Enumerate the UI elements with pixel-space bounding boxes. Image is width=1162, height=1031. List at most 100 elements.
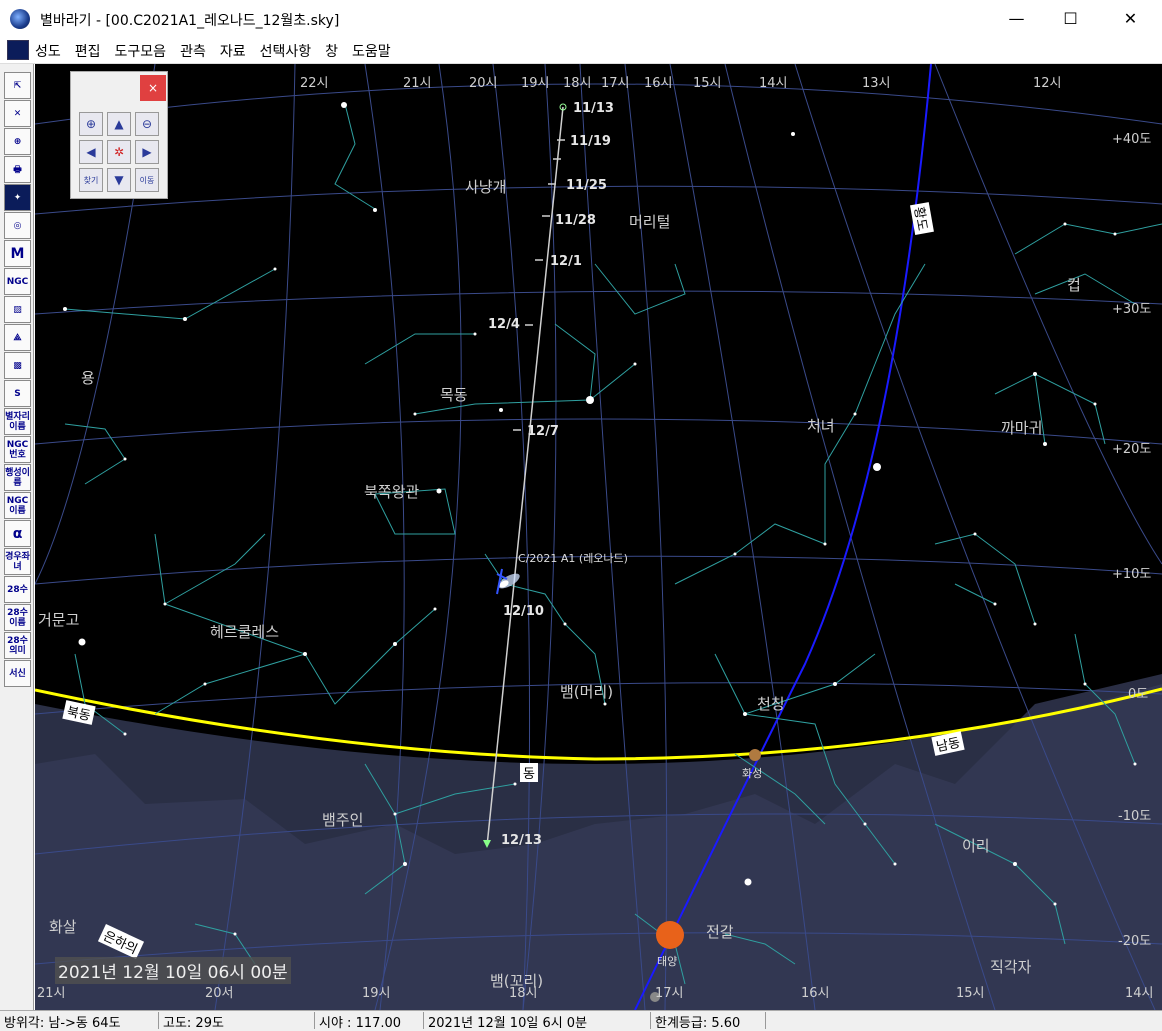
constellation-label: 까마귀	[1001, 419, 1043, 437]
document-icon[interactable]	[7, 40, 29, 60]
hour-label: 18시	[563, 76, 592, 91]
menu-help[interactable]: 도움말	[352, 41, 391, 61]
dec-label: -10도	[1118, 809, 1152, 824]
comet-leonard[interactable]	[496, 568, 522, 595]
dec-label: -20도	[1118, 934, 1152, 949]
select-tool-button[interactable]: ⇱	[4, 72, 31, 99]
dec-label: +30도	[1112, 302, 1152, 317]
status-empty	[765, 1012, 770, 1029]
app-globe-icon	[10, 9, 30, 29]
constellation-lines-button[interactable]: ⟁	[4, 324, 31, 351]
menu-window[interactable]: 창	[325, 41, 338, 61]
constellation-names-button[interactable]: 별자리이름	[4, 408, 31, 435]
constellation-label: 북쪽왕관	[364, 483, 420, 501]
hour-label: 17시	[655, 986, 684, 1001]
constellation-label: 용	[81, 369, 95, 387]
constellation-boundary-button[interactable]: ▩	[4, 352, 31, 379]
mars-marker[interactable]	[749, 749, 761, 761]
constellation-label: 목동	[440, 386, 468, 404]
close-button[interactable]: ✕	[1104, 0, 1157, 37]
minimize-button[interactable]: —	[990, 0, 1043, 37]
sun-label: 태양	[657, 955, 678, 968]
west-god-button[interactable]: 서신	[4, 660, 31, 687]
constellation-label: 사냥개	[465, 178, 507, 196]
greek-letters-button[interactable]: α	[4, 520, 31, 547]
comet-date-label: 12/1	[550, 254, 582, 269]
hour-label: 17시	[601, 76, 630, 91]
galaxy-tool-button[interactable]: ◎	[4, 212, 31, 239]
constellation-label: 거문고	[38, 611, 80, 629]
hour-label: 13시	[862, 76, 891, 91]
messier-tool-button[interactable]: M	[4, 240, 31, 267]
ngc-tool-button[interactable]: NGC	[4, 268, 31, 295]
comet-date-label: 12/13	[501, 833, 542, 848]
sky-canvas[interactable]	[35, 64, 1162, 1010]
stars-tool-button[interactable]: ✦	[4, 184, 31, 211]
gyeonu-jiknyeo-button[interactable]: 경우좌녀	[4, 548, 31, 575]
constellation-label: 헤르쿨레스	[210, 623, 280, 641]
dec-label: +20도	[1112, 442, 1152, 457]
constellation-label: 전갈	[706, 923, 734, 941]
menu-options[interactable]: 선택사항	[260, 41, 312, 61]
constellation-label: 천칭	[757, 695, 785, 713]
comet-date-label: 11/13	[573, 101, 614, 116]
path-tool-button[interactable]: S	[4, 380, 31, 407]
comet-name-label: C/2021 A1 (레오나드)	[518, 552, 628, 565]
print-tool-button[interactable]: 🖶	[4, 156, 31, 183]
window-title: 별바라기 - [00.C2021A1_레오나드_12월초.sky]	[40, 13, 340, 29]
constellation-label: 화살	[49, 918, 77, 936]
ngc-names-button[interactable]: NGC이름	[4, 492, 31, 519]
find-button[interactable]: 찾기	[79, 168, 103, 192]
mars-label: 화성	[742, 767, 763, 780]
center-button[interactable]: ✲	[107, 140, 131, 164]
hour-label: 20서	[205, 986, 234, 1001]
28-mansions-button[interactable]: 28수	[4, 576, 31, 603]
dec-label: +10도	[1112, 567, 1152, 582]
hour-label: 16시	[644, 76, 673, 91]
comet-date-label: 12/4	[488, 317, 520, 332]
panel-close-button[interactable]: ×	[140, 75, 166, 101]
comet-date-label: 12/10	[503, 604, 544, 619]
comet-track	[483, 103, 567, 848]
hour-label: 15시	[693, 76, 722, 91]
menu-edit[interactable]: 편집	[75, 41, 101, 61]
move-button[interactable]: 이동	[135, 168, 159, 192]
sky-map[interactable]: 22시 21시 20시 19시 18시 17시 16시 15시 14시 13시 …	[35, 64, 1162, 1010]
direction-e-label: 동	[520, 763, 538, 782]
hour-label: 12시	[1033, 76, 1062, 91]
comet-date-label: 12/7	[527, 424, 559, 439]
menu-data[interactable]: 자료	[220, 41, 246, 61]
constellation-label: 컵	[1067, 276, 1081, 294]
hour-label: 14시	[759, 76, 788, 91]
constellation-label: 뱀주인	[322, 811, 364, 829]
left-toolbar: ⇱ ✕ ⊕ 🖶 ✦ ◎ M NGC ▨ ⟁ ▩ S 별자리이름 NGC번호 행성…	[0, 64, 34, 1010]
menu-atlas[interactable]: 성도	[35, 41, 61, 61]
hour-label: 19시	[521, 76, 550, 91]
menu-toolbars[interactable]: 도구모음	[115, 41, 167, 61]
constellation-label: 뱀(머리)	[560, 683, 614, 701]
constellation-label: 직각자	[990, 958, 1032, 976]
constellation-label: 이리	[962, 837, 990, 855]
planet-names-button[interactable]: 행성이름	[4, 464, 31, 491]
sun-marker[interactable]	[656, 921, 684, 949]
pan-up-button[interactable]: ▲	[107, 112, 131, 136]
pan-right-button[interactable]: ▶	[135, 140, 159, 164]
28-mansions-meaning-button[interactable]: 28수의미	[4, 632, 31, 659]
status-datetime: 2021년 12월 10일 6시 0분	[423, 1012, 587, 1031]
pan-left-button[interactable]: ◀	[79, 140, 103, 164]
hour-label: 22시	[300, 76, 329, 91]
menu-observe[interactable]: 관측	[180, 41, 206, 61]
zoom-out-button[interactable]: ⊖	[135, 112, 159, 136]
constellation-label: 처녀	[807, 417, 835, 435]
ngc-number-button[interactable]: NGC번호	[4, 436, 31, 463]
menu-bar: 성도 편집 도구모음 관측 자료 선택사항 창 도움말 _ ❐ ✕	[0, 37, 1162, 98]
title-bar: 별바라기 - [00.C2021A1_레오나드_12월초.sky] — ☐ ✕	[0, 0, 1162, 37]
pan-down-button[interactable]: ▼	[107, 168, 131, 192]
status-altitude: 고도: 29도	[158, 1012, 224, 1031]
grid-tool-button[interactable]: ⊕	[4, 128, 31, 155]
zoom-in-button[interactable]: ⊕	[79, 112, 103, 136]
maximize-button[interactable]: ☐	[1044, 0, 1097, 37]
28-mansions-names-button[interactable]: 28수이름	[4, 604, 31, 631]
cross-tool-button[interactable]: ✕	[4, 100, 31, 127]
milkyway-tool-button[interactable]: ▨	[4, 296, 31, 323]
